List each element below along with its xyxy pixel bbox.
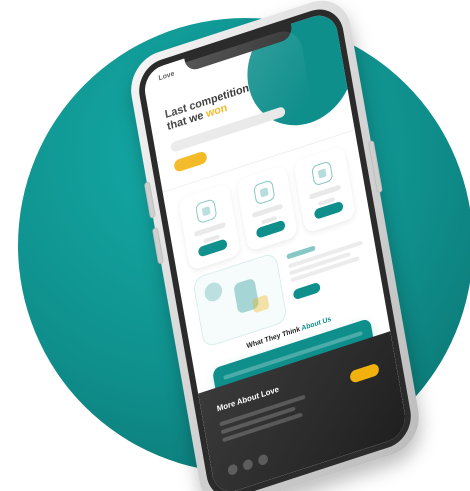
social-icon[interactable] bbox=[227, 463, 239, 477]
social-icon[interactable] bbox=[242, 458, 254, 472]
illustration-bubble bbox=[203, 280, 224, 304]
social-icon[interactable] bbox=[257, 453, 269, 467]
feature-card bbox=[177, 183, 241, 271]
feature-button[interactable] bbox=[313, 200, 344, 220]
feature-icon bbox=[195, 198, 218, 225]
illustration-stage: Love Last competition that we won What T… bbox=[0, 0, 470, 491]
feature-card bbox=[293, 145, 357, 234]
site-logo[interactable]: Love bbox=[158, 70, 175, 82]
footer-social-links bbox=[227, 453, 269, 477]
feature-icon bbox=[252, 179, 276, 206]
hero-cta-button[interactable] bbox=[173, 150, 208, 173]
feature-button[interactable] bbox=[255, 219, 286, 239]
about-button[interactable] bbox=[292, 281, 321, 301]
feature-text-placeholder bbox=[193, 221, 226, 238]
illustration-box bbox=[251, 294, 270, 314]
feature-card bbox=[235, 164, 299, 253]
footer-cta-button[interactable] bbox=[349, 362, 380, 384]
feature-text-placeholder bbox=[309, 184, 342, 200]
about-text-block bbox=[286, 230, 369, 304]
testimonials-title-accent: About Us bbox=[301, 315, 332, 333]
feature-button[interactable] bbox=[197, 238, 229, 258]
feature-icon bbox=[310, 160, 334, 187]
feature-text-placeholder bbox=[251, 203, 284, 219]
